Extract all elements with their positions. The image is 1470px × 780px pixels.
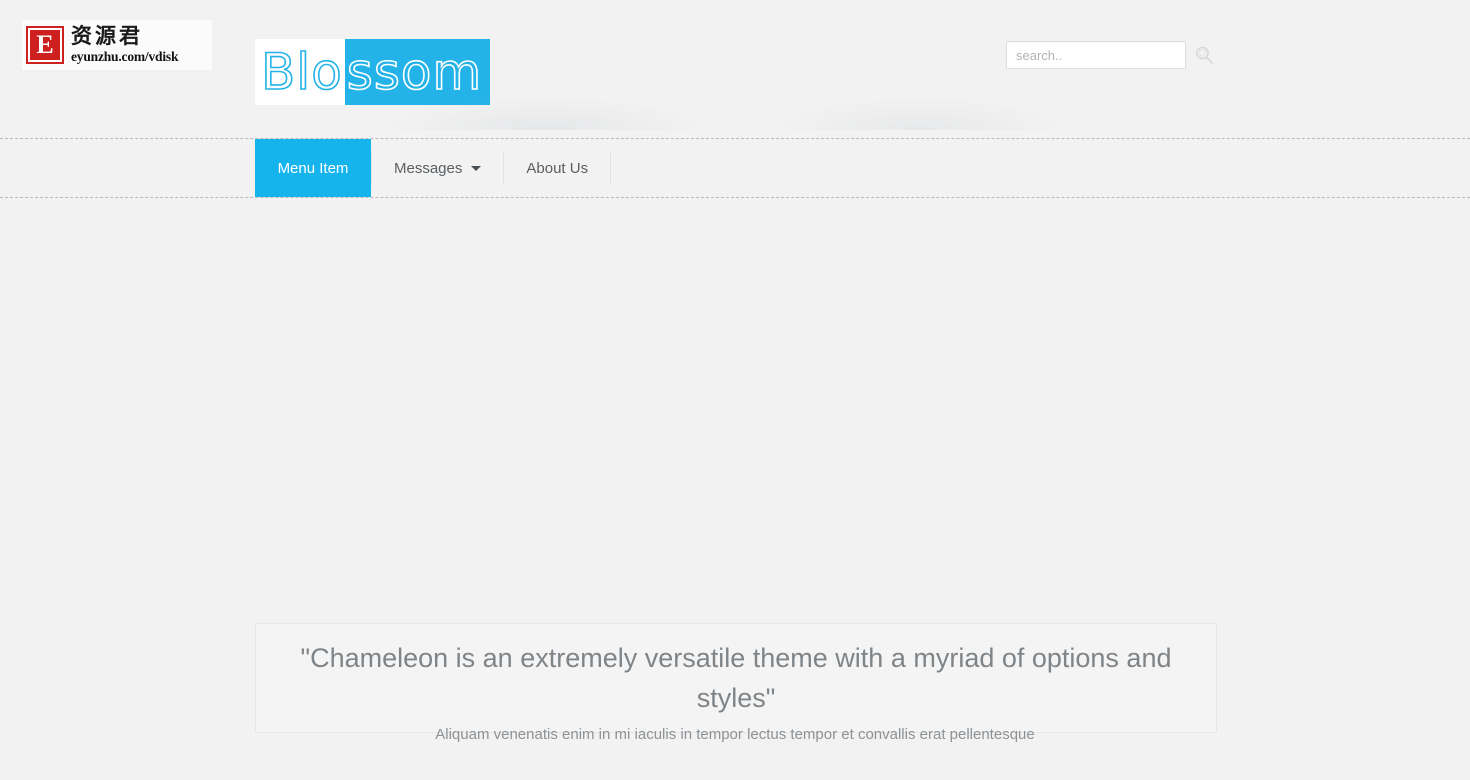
- nav-item-messages-label: Messages: [394, 159, 463, 177]
- watermark-badge: E: [26, 26, 64, 64]
- search-icon: [1196, 46, 1213, 64]
- brand-logo[interactable]: Blo ssom: [255, 39, 491, 105]
- hero-quote-text: "Chameleon is an extremely versatile the…: [300, 643, 1172, 713]
- watermark-badge-letter: E: [28, 28, 62, 62]
- nav-item-about-us[interactable]: About Us: [504, 139, 610, 197]
- header-shadow-right: [770, 96, 1070, 130]
- hero-subtitle: Aliquam venenatis enim in mi iaculis in …: [435, 726, 1035, 743]
- brand-logo-left-block: Blo: [255, 39, 345, 105]
- search-input[interactable]: [1006, 41, 1186, 69]
- search-button[interactable]: [1192, 42, 1216, 68]
- nav-item-menu-item-label: Menu Item: [277, 159, 349, 177]
- watermark-chinese-name: 资源君: [71, 24, 143, 49]
- watermark-url: eyunzhu.com/vdisk: [71, 49, 179, 65]
- brand-logo-text-primary: Blo: [260, 43, 343, 101]
- chevron-down-icon: [471, 165, 482, 171]
- nav-item-messages[interactable]: Messages: [372, 139, 503, 197]
- nav-item-menu-item[interactable]: Menu Item: [255, 139, 371, 197]
- nav-separator-3: [610, 151, 612, 185]
- eyunzhu-watermark-logo: E 资源君 eyunzhu.com/vdisk: [22, 20, 212, 70]
- hero-quote-box: "Chameleon is an extremely versatile the…: [255, 623, 1217, 733]
- main-navigation: Menu Item Messages About Us: [0, 138, 1470, 198]
- brand-logo-text-secondary: ssom: [346, 43, 483, 101]
- nav-items-container: Menu Item Messages About Us: [255, 139, 612, 197]
- watermark-text: 资源君 eyunzhu.com/vdisk: [71, 26, 178, 64]
- site-header: E 资源君 eyunzhu.com/vdisk Blo ssom: [0, 0, 1470, 130]
- search-area: [1006, 41, 1216, 69]
- brand-logo-right-block: ssom: [344, 39, 491, 105]
- nav-item-about-us-label: About Us: [526, 159, 589, 177]
